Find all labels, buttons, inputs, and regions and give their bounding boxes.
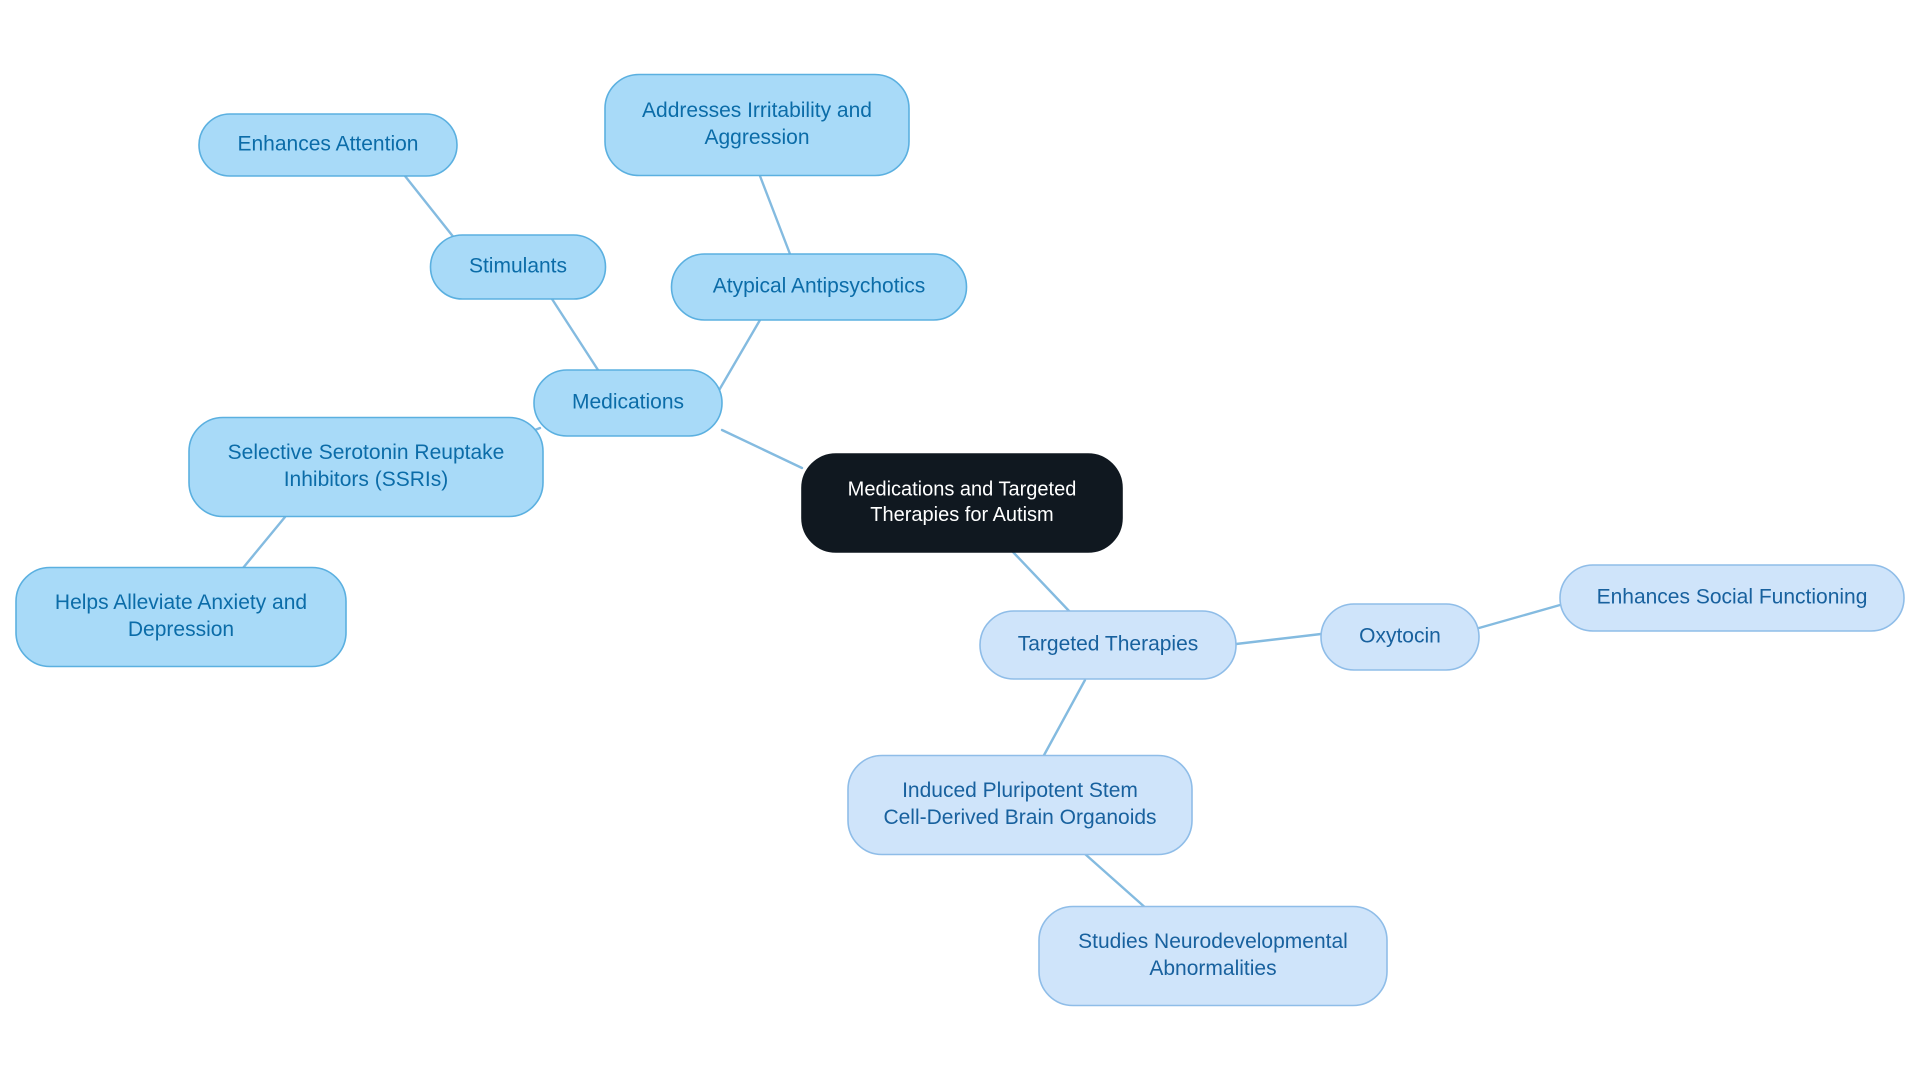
edge-medications-stimulants [550, 297, 600, 372]
nodes-layer: Medications and TargetedTherapies for Au… [15, 73, 1905, 1007]
edge-stimulants-enhances-attention [403, 174, 457, 241]
node-shape-oxytocin[interactable] [1320, 603, 1480, 671]
node-shape-selective-serotonin-reuptake-inhibitors[interactable] [188, 416, 544, 518]
edge-root-medications [720, 428, 804, 470]
mindmap-svg: Medications and TargetedTherapies for Au… [15, 73, 1905, 1007]
node-shape-enhances-attention[interactable] [198, 113, 458, 177]
node-shape-helps-alleviate-anxiety-and-depression[interactable] [15, 566, 347, 668]
node-stimulants[interactable]: Stimulants [429, 234, 607, 300]
node-shape-medications[interactable] [533, 369, 723, 437]
edge-medications-atypical [716, 318, 762, 394]
node-shape-studies-neurodevelopmental-abnormalities[interactable] [1038, 905, 1388, 1007]
edge-targeted-oxytocin [1234, 632, 1323, 646]
node-shape-targeted-therapies[interactable] [979, 610, 1237, 680]
node-enhances-social-functioning[interactable]: Enhances Social Functioning [1559, 564, 1905, 632]
node-studies-neurodevelopmental-abnormalities[interactable]: Studies NeurodevelopmentalAbnormalities [1038, 905, 1388, 1007]
edge-atypical-addresses [758, 174, 792, 256]
node-helps-alleviate-anxiety-and-depression[interactable]: Helps Alleviate Anxiety andDepression [15, 566, 347, 668]
edge-targeted-ipsc [1041, 678, 1087, 759]
node-addresses-irritability-and-aggression[interactable]: Addresses Irritability andAggression [604, 73, 910, 177]
node-oxytocin[interactable]: Oxytocin [1320, 603, 1480, 671]
node-root[interactable]: Medications and TargetedTherapies for Au… [801, 453, 1123, 553]
node-targeted-therapies[interactable]: Targeted Therapies [979, 610, 1237, 680]
node-selective-serotonin-reuptake-inhibitors[interactable]: Selective Serotonin ReuptakeInhibitors (… [188, 416, 544, 518]
node-induced-pluripotent-stem-cell-derived-brain-organoids[interactable]: Induced Pluripotent StemCell-Derived Bra… [847, 754, 1193, 856]
mindmap-canvas: Medications and Targeted Therapies for Au… [0, 0, 1920, 1083]
node-shape-atypical-antipsychotics[interactable] [670, 253, 968, 321]
node-atypical-antipsychotics[interactable]: Atypical Antipsychotics [670, 253, 968, 321]
edge-oxytocin-enhances-social [1477, 603, 1562, 630]
node-shape-induced-pluripotent-stem-cell-derived-brain-organoids[interactable] [847, 754, 1193, 856]
node-enhances-attention[interactable]: Enhances Attention [198, 113, 458, 177]
node-shape-addresses-irritability-and-aggression[interactable] [604, 73, 910, 177]
node-medications[interactable]: Medications [533, 369, 723, 437]
node-shape-root[interactable] [801, 453, 1123, 553]
edge-ssris-helps [241, 515, 287, 570]
node-shape-enhances-social-functioning[interactable] [1559, 564, 1905, 632]
edge-root-targeted [1011, 550, 1072, 614]
edge-ipsc-studies [1083, 852, 1150, 912]
node-shape-stimulants[interactable] [429, 234, 607, 300]
